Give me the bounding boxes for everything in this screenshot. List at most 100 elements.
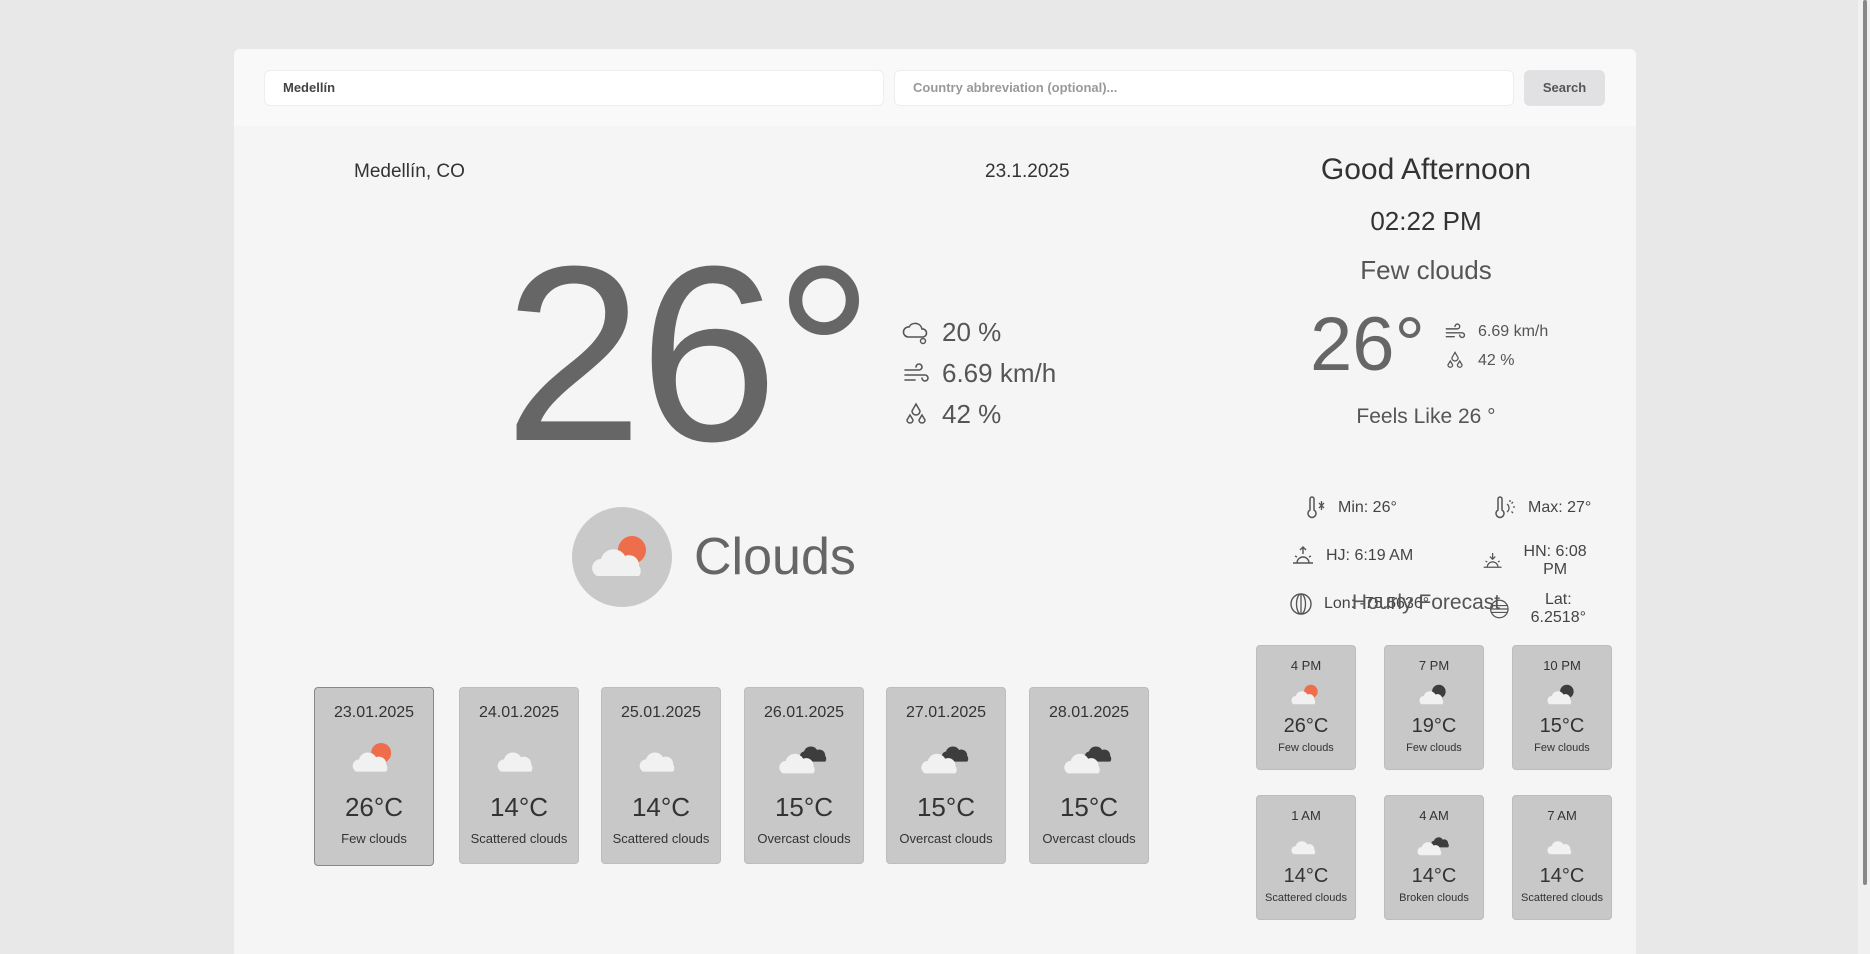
humidity-drops-icon	[1447, 350, 1463, 368]
day-desc: Few clouds	[341, 831, 407, 846]
day-date: 28.01.2025	[1048, 704, 1130, 721]
panel-wind-value: 6.69 km/h	[1478, 322, 1549, 340]
day-temp: 26°C	[344, 792, 404, 822]
min-temp-value: Min: 26°	[1338, 499, 1397, 516]
hour-time: 7 AM	[1547, 808, 1577, 823]
day-card[interactable]: 28.01.2025 15°C Overcast clouds	[1029, 687, 1149, 864]
overcast-clouds-icon	[779, 746, 827, 774]
hour-desc: Scattered clouds	[1265, 892, 1347, 904]
current-date: 23.1.2025	[985, 161, 1070, 182]
day-card[interactable]: 23.01.2025 26°C Few clouds	[314, 687, 434, 866]
humidity-drops-icon	[906, 401, 926, 424]
current-temperature: 26°	[504, 214, 874, 493]
hour-desc: Broken clouds	[1399, 892, 1469, 904]
hour-temp: 14°C	[1411, 865, 1457, 887]
day-temp: 15°C	[774, 792, 834, 822]
day-desc: Overcast clouds	[1042, 831, 1136, 846]
search-button[interactable]: Search	[1524, 70, 1605, 106]
cloudiness-stat: 20 %	[902, 312, 1056, 353]
sunset-value: HN: 6:08 PM	[1523, 543, 1587, 578]
wind-icon	[1445, 322, 1466, 338]
hour-time: 1 AM	[1291, 808, 1321, 823]
wind-stat: 6.69 km/h	[902, 353, 1056, 394]
few-clouds-icon	[352, 743, 392, 772]
day-date: 27.01.2025	[905, 704, 987, 721]
sunset: HN: 6:08 PM	[1481, 543, 1596, 579]
day-date: 25.01.2025	[620, 704, 702, 721]
hour-card[interactable]: 4 PM 26°C Few clouds	[1256, 645, 1356, 770]
day-desc: Scattered clouds	[612, 831, 710, 846]
scattered-clouds-icon	[1547, 841, 1572, 855]
panel-temperature: 26°	[1310, 302, 1425, 387]
wind-icon	[904, 362, 929, 382]
cloudiness-value: 20 %	[942, 317, 1002, 347]
scattered-clouds-icon	[639, 752, 675, 772]
panel-humidity-value: 42 %	[1478, 351, 1515, 369]
day-date: 23.01.2025	[333, 704, 415, 721]
scrollbar-thumb[interactable]	[1863, 0, 1867, 885]
wind-value: 6.69 km/h	[942, 358, 1057, 388]
weather-description: Few clouds	[1360, 255, 1492, 285]
hour-card[interactable]: 7 PM 19°C Few clouds	[1384, 645, 1484, 770]
hour-card[interactable]: 1 AM 14°C Scattered clouds	[1256, 795, 1356, 920]
few-clouds-icon	[592, 536, 646, 576]
feels-like: Feels Like 26 °	[1356, 405, 1496, 428]
sunrise: HJ: 6:19 AM	[1290, 543, 1413, 569]
hour-temp: 14°C	[1539, 865, 1585, 887]
day-date: 24.01.2025	[478, 704, 560, 721]
few-clouds-night-icon	[1419, 684, 1446, 705]
day-desc: Scattered clouds	[470, 831, 568, 846]
day-desc: Overcast clouds	[757, 831, 851, 846]
day-temp: 14°C	[489, 792, 549, 822]
humidity-value: 42 %	[942, 399, 1002, 429]
day-card[interactable]: 26.01.2025 15°C Overcast clouds	[744, 687, 864, 864]
city-input[interactable]: Medellín	[264, 70, 884, 106]
hour-card[interactable]: 7 AM 14°C Scattered clouds	[1512, 795, 1612, 920]
few-clouds-night-icon	[1547, 684, 1574, 705]
day-card[interactable]: 25.01.2025 14°C Scattered clouds	[601, 687, 721, 864]
day-date: 26.01.2025	[763, 704, 845, 721]
day-desc: Overcast clouds	[899, 831, 993, 846]
hour-card[interactable]: 10 PM 15°C Few clouds	[1512, 645, 1612, 770]
country-input[interactable]: Country abbreviation (optional)...	[894, 70, 1514, 106]
panel-wind: 6.69 km/h	[1444, 317, 1548, 346]
day-card[interactable]: 24.01.2025 14°C Scattered clouds	[459, 687, 579, 864]
broken-clouds-icon	[1417, 837, 1449, 856]
thermometer-cold-icon	[1307, 496, 1325, 519]
humidity-stat: 42 %	[902, 394, 1056, 435]
day-temp: 14°C	[631, 792, 691, 822]
overcast-clouds-icon	[921, 746, 969, 774]
condition-label: Clouds	[694, 528, 856, 586]
scattered-clouds-icon	[497, 752, 533, 772]
hour-desc: Few clouds	[1278, 742, 1334, 754]
sunset-icon	[1483, 552, 1502, 568]
cloud-gear-icon	[902, 322, 928, 344]
hourly-forecast-title: Hourly Forecast	[1351, 591, 1501, 614]
day-temp: 15°C	[1059, 792, 1119, 822]
sunrise-value: HJ: 6:19 AM	[1326, 547, 1414, 564]
max-temp-value: Max: 27°	[1528, 499, 1592, 516]
day-card[interactable]: 27.01.2025 15°C Overcast clouds	[886, 687, 1006, 864]
hour-time: 7 PM	[1418, 658, 1450, 673]
current-condition: Clouds	[572, 507, 856, 607]
hour-time: 4 PM	[1290, 658, 1322, 673]
hour-time: 10 PM	[1543, 658, 1581, 673]
panel-humidity: 42 %	[1444, 346, 1548, 375]
hour-time: 4 AM	[1419, 808, 1449, 823]
day-temp: 15°C	[916, 792, 976, 822]
few-clouds-icon	[1291, 684, 1318, 705]
hour-desc: Few clouds	[1534, 742, 1590, 754]
hour-temp: 15°C	[1539, 715, 1585, 737]
hour-desc: Scattered clouds	[1521, 892, 1603, 904]
hour-temp: 14°C	[1283, 865, 1329, 887]
panel-stats: 6.69 km/h 42 %	[1444, 317, 1548, 375]
sunrise-icon	[1293, 546, 1313, 564]
page-scrollbar[interactable]	[1858, 0, 1870, 954]
scattered-clouds-icon	[1291, 841, 1316, 855]
min-temp: Min: 26°	[1302, 495, 1397, 521]
search-bar: Medellín Country abbreviation (optional)…	[234, 49, 1636, 126]
current-stats: 20 % 6.69 km/h 42 %	[902, 312, 1056, 435]
greeting: Good Afternoon	[1320, 153, 1532, 186]
location-label: Medellín, CO	[354, 161, 465, 182]
hour-card[interactable]: 4 AM 14°C Broken clouds	[1384, 795, 1484, 920]
